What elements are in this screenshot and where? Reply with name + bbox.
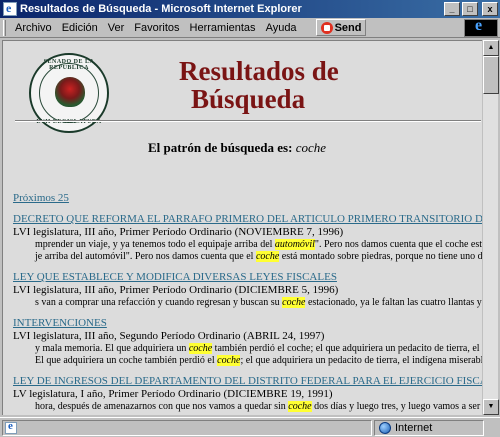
result-snippet: hora, después de amenazarnos con que nos… — [35, 401, 482, 412]
result-snippet: El que adquiriera un coche también perdi… — [35, 355, 482, 366]
search-pattern: El patrón de búsqueda es: coche — [3, 140, 471, 156]
result-snippet: je arriba del automóvil". Pero nos damos… — [35, 251, 482, 262]
result-title-link[interactable]: DECRETO QUE REFORMA EL PARRAFO PRIMERO D… — [13, 213, 482, 226]
result-meta: LVI legislatura, III año, Primer Período… — [13, 284, 339, 296]
highlight: coche — [255, 251, 280, 262]
scroll-up-arrow-icon[interactable]: ▲ — [483, 40, 499, 56]
pattern-value: coche — [295, 140, 327, 155]
toolbar-grip[interactable] — [3, 19, 6, 36]
highlight: automóvil — [274, 239, 315, 250]
menu-favoritos[interactable]: Favoritos — [129, 22, 184, 34]
status-panel — [2, 419, 372, 436]
ie-throbber-icon — [464, 17, 498, 37]
status-bar: Internet — [0, 417, 500, 437]
page-done-icon — [5, 420, 17, 434]
result-item: INTERVENCIONES LVI legislatura, III año,… — [13, 317, 482, 367]
highlight: coche — [288, 401, 312, 412]
result-meta: LVI legislatura, III año, Primer Período… — [13, 226, 344, 238]
result-title-link[interactable]: LEY QUE ESTABLECE Y MODIFICA DIVERSAS LE… — [13, 271, 482, 284]
page-title-line1: Resultados de — [179, 56, 339, 86]
result-item: LEY QUE ESTABLECE Y MODIFICA DIVERSAS LE… — [13, 271, 482, 309]
send-button[interactable]: Send — [315, 19, 367, 36]
divider — [15, 120, 481, 122]
result-snippet: s van a comprar una refacción y cuando r… — [35, 297, 482, 308]
zone-label: Internet — [395, 421, 433, 434]
page-title: Resultados de Búsqueda — [179, 57, 379, 113]
minimize-button[interactable]: _ — [444, 2, 460, 16]
menu-herramientas[interactable]: Herramientas — [185, 22, 261, 34]
send-label: Send — [334, 21, 362, 34]
internet-explorer-icon — [3, 1, 17, 16]
result-item: DECRETO QUE REFORMA EL PARRAFO PRIMERO D… — [13, 213, 482, 263]
globe-icon — [379, 421, 391, 434]
menu-edicion[interactable]: Edición — [57, 22, 103, 34]
result-title-link[interactable]: INTERVENCIONES — [13, 317, 482, 330]
page-title-line2: Búsqueda — [191, 84, 306, 114]
result-meta: LVI legislatura, III año, Segundo Períod… — [13, 330, 325, 342]
page-viewport: SENADO DE LA REPUBLICA LVII LEGISLATURA … — [2, 40, 482, 415]
title-bar: Resultados de Búsqueda - Microsoft Inter… — [0, 0, 500, 18]
window-controls: _ □ x — [444, 2, 498, 16]
result-title-link[interactable]: LEY DE INGRESOS DEL DEPARTAMENTO DEL DIS… — [13, 375, 482, 388]
result-snippet: y mala memoria. El que adquiriera un coc… — [35, 343, 482, 354]
menu-ver[interactable]: Ver — [103, 22, 130, 34]
send-icon — [320, 21, 333, 34]
vertical-scrollbar[interactable]: ▲ ▼ — [482, 40, 499, 415]
highlight: coche — [217, 355, 241, 366]
close-button[interactable]: x — [482, 2, 498, 16]
highlight: coche — [188, 343, 213, 354]
menu-archivo[interactable]: Archivo — [10, 22, 57, 34]
results-list: DECRETO QUE REFORMA EL PARRAFO PRIMERO D… — [13, 213, 482, 415]
highlight: coche — [282, 297, 306, 308]
pattern-label: El patrón de búsqueda es: — [147, 140, 293, 155]
window-title: Resultados de Búsqueda - Microsoft Inter… — [20, 3, 302, 15]
result-meta: LV legislatura, I año, Primer Período Or… — [13, 388, 333, 400]
security-zone: Internet — [374, 419, 484, 436]
result-snippet: mprender un viaje, y ya tenemos todo el … — [35, 239, 482, 250]
maximize-button[interactable]: □ — [462, 2, 478, 16]
scrollbar-thumb[interactable] — [483, 56, 499, 94]
scroll-down-arrow-icon[interactable]: ▼ — [483, 399, 499, 415]
eagle-emblem-icon — [55, 77, 85, 107]
menu-bar: Archivo Edición Ver Favoritos Herramient… — [0, 17, 500, 38]
result-item: LEY DE INGRESOS DEL DEPARTAMENTO DEL DIS… — [13, 375, 482, 413]
next-results-link[interactable]: Próximos 25 — [13, 192, 69, 204]
menu-ayuda[interactable]: Ayuda — [261, 22, 302, 34]
